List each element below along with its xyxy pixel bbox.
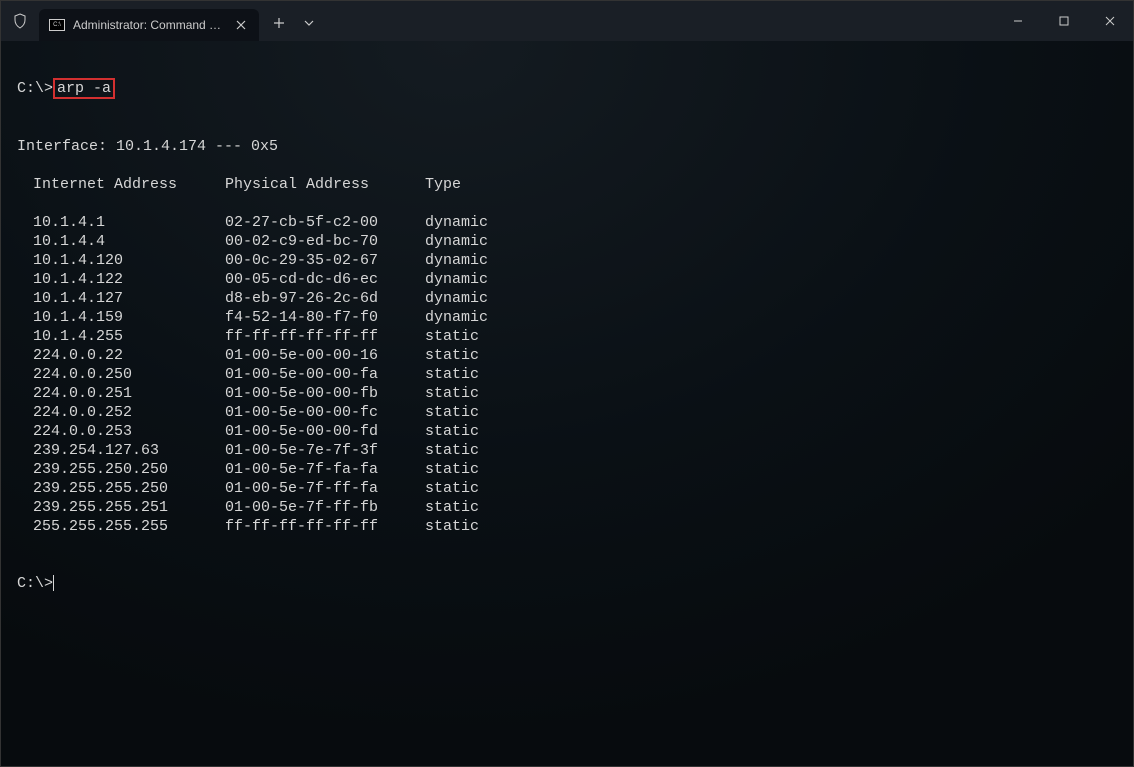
arp-mac: d8-eb-97-26-2c-6d: [225, 289, 425, 308]
cursor: [53, 575, 54, 591]
arp-ip: 239.255.250.250: [33, 460, 225, 479]
arp-mac: 01-00-5e-00-00-16: [225, 346, 425, 365]
window-controls: [995, 1, 1133, 41]
tab-command-prompt[interactable]: C:\ Administrator: Command Prompt: [39, 9, 259, 41]
arp-mac: ff-ff-ff-ff-ff-ff: [225, 327, 425, 346]
command-text: arp -a: [57, 80, 111, 97]
arp-ip: 239.255.255.251: [33, 498, 225, 517]
arp-mac: ff-ff-ff-ff-ff-ff: [225, 517, 425, 536]
command-highlight: arp -a: [53, 78, 115, 99]
arp-row: 239.254.127.6301-00-5e-7e-7f-3fstatic: [17, 441, 1117, 460]
arp-mac: 01-00-5e-7f-ff-fa: [225, 479, 425, 498]
arp-mac: f4-52-14-80-f7-f0: [225, 308, 425, 327]
maximize-button[interactable]: [1041, 1, 1087, 41]
arp-row: 10.1.4.255ff-ff-ff-ff-ff-ffstatic: [17, 327, 1117, 346]
tab-close-button[interactable]: [233, 17, 249, 33]
arp-ip: 224.0.0.253: [33, 422, 225, 441]
arp-row: 224.0.0.25001-00-5e-00-00-fastatic: [17, 365, 1117, 384]
arp-row: 10.1.4.127d8-eb-97-26-2c-6ddynamic: [17, 289, 1117, 308]
arp-ip: 10.1.4.122: [33, 270, 225, 289]
arp-ip: 10.1.4.159: [33, 308, 225, 327]
arp-mac: 01-00-5e-7f-fa-fa: [225, 460, 425, 479]
arp-type: static: [425, 460, 479, 479]
arp-ip: 224.0.0.22: [33, 346, 225, 365]
arp-type: static: [425, 422, 479, 441]
arp-row: 10.1.4.159f4-52-14-80-f7-f0dynamic: [17, 308, 1117, 327]
arp-type: static: [425, 479, 479, 498]
arp-type: static: [425, 365, 479, 384]
arp-mac: 01-00-5e-00-00-fb: [225, 384, 425, 403]
arp-ip: 10.1.4.120: [33, 251, 225, 270]
terminal-output[interactable]: C:\>arp -a Interface: 10.1.4.174 --- 0x5…: [1, 41, 1133, 766]
minimize-button[interactable]: [995, 1, 1041, 41]
cmd-icon: C:\: [49, 19, 65, 31]
arp-mac: 01-00-5e-7e-7f-3f: [225, 441, 425, 460]
interface-line: Interface: 10.1.4.174 --- 0x5: [17, 137, 1117, 156]
arp-ip: 10.1.4.127: [33, 289, 225, 308]
header-type: Type: [425, 175, 461, 194]
arp-mac: 01-00-5e-7f-ff-fb: [225, 498, 425, 517]
arp-type: dynamic: [425, 270, 488, 289]
prompt-line-2: C:\>: [17, 574, 1117, 593]
arp-type: dynamic: [425, 232, 488, 251]
arp-type: static: [425, 346, 479, 365]
arp-row: 239.255.255.25101-00-5e-7f-ff-fbstatic: [17, 498, 1117, 517]
arp-type: static: [425, 384, 479, 403]
arp-ip: 10.1.4.255: [33, 327, 225, 346]
arp-mac: 00-0c-29-35-02-67: [225, 251, 425, 270]
arp-type: static: [425, 498, 479, 517]
arp-type: dynamic: [425, 251, 488, 270]
prompt-line-1: C:\>arp -a: [17, 78, 1117, 99]
arp-type: static: [425, 441, 479, 460]
close-button[interactable]: [1087, 1, 1133, 41]
arp-type: static: [425, 517, 479, 536]
arp-type: static: [425, 327, 479, 346]
arp-type: dynamic: [425, 213, 488, 232]
arp-ip: 255.255.255.255: [33, 517, 225, 536]
arp-ip: 239.254.127.63: [33, 441, 225, 460]
arp-type: dynamic: [425, 289, 488, 308]
arp-ip: 224.0.0.252: [33, 403, 225, 422]
arp-mac: 01-00-5e-00-00-fc: [225, 403, 425, 422]
arp-mac: 01-00-5e-00-00-fa: [225, 365, 425, 384]
arp-mac: 00-05-cd-dc-d6-ec: [225, 270, 425, 289]
arp-rows: 10.1.4.102-27-cb-5f-c2-00dynamic10.1.4.4…: [17, 213, 1117, 536]
arp-ip: 239.255.255.250: [33, 479, 225, 498]
arp-row: 10.1.4.12000-0c-29-35-02-67dynamic: [17, 251, 1117, 270]
tab-dropdown-button[interactable]: [295, 7, 323, 39]
arp-row: 224.0.0.25301-00-5e-00-00-fdstatic: [17, 422, 1117, 441]
arp-ip: 224.0.0.251: [33, 384, 225, 403]
arp-row: 10.1.4.12200-05-cd-dc-d6-ecdynamic: [17, 270, 1117, 289]
arp-row: 224.0.0.25101-00-5e-00-00-fbstatic: [17, 384, 1117, 403]
arp-row: 10.1.4.400-02-c9-ed-bc-70dynamic: [17, 232, 1117, 251]
titlebar: C:\ Administrator: Command Prompt: [1, 1, 1133, 41]
arp-mac: 00-02-c9-ed-bc-70: [225, 232, 425, 251]
prompt-text: C:\>: [17, 80, 53, 97]
arp-row: 255.255.255.255ff-ff-ff-ff-ff-ffstatic: [17, 517, 1117, 536]
arp-ip: 224.0.0.250: [33, 365, 225, 384]
prompt-text: C:\>: [17, 575, 53, 592]
arp-row: 224.0.0.25201-00-5e-00-00-fcstatic: [17, 403, 1117, 422]
arp-row: 224.0.0.2201-00-5e-00-00-16static: [17, 346, 1117, 365]
tab-title: Administrator: Command Prompt: [73, 18, 225, 32]
arp-ip: 10.1.4.1: [33, 213, 225, 232]
arp-type: dynamic: [425, 308, 488, 327]
arp-mac: 01-00-5e-00-00-fd: [225, 422, 425, 441]
header-internet-address: Internet Address: [33, 175, 225, 194]
arp-ip: 10.1.4.4: [33, 232, 225, 251]
arp-row: 239.255.255.25001-00-5e-7f-ff-fastatic: [17, 479, 1117, 498]
arp-mac: 02-27-cb-5f-c2-00: [225, 213, 425, 232]
shield-icon: [11, 12, 29, 30]
new-tab-button[interactable]: [263, 7, 295, 39]
header-physical-address: Physical Address: [225, 175, 425, 194]
arp-row: 10.1.4.102-27-cb-5f-c2-00dynamic: [17, 213, 1117, 232]
arp-header-row: Internet AddressPhysical AddressType: [17, 175, 1117, 194]
arp-type: static: [425, 403, 479, 422]
arp-row: 239.255.250.25001-00-5e-7f-fa-fastatic: [17, 460, 1117, 479]
